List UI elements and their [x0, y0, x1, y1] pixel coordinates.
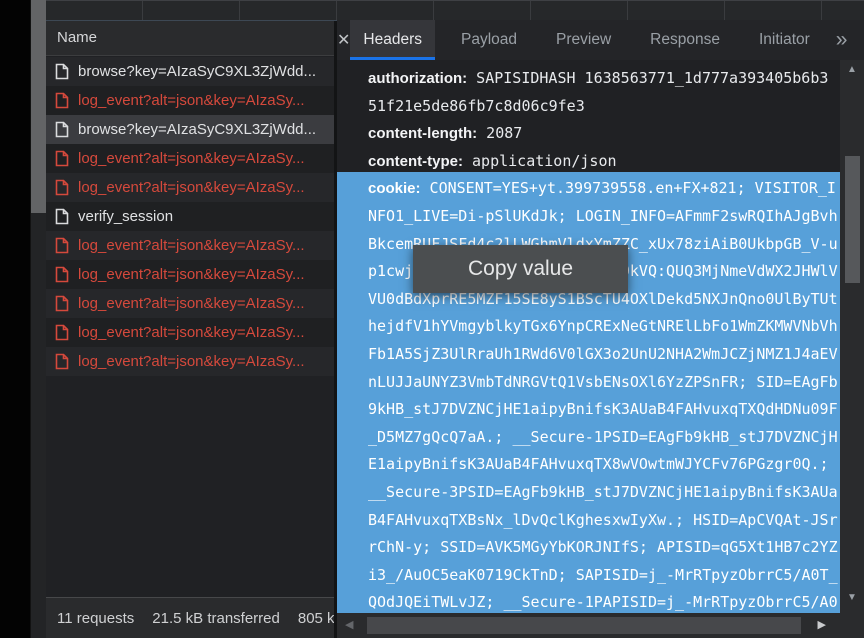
scroll-right-icon[interactable]: ▶ [818, 613, 826, 638]
header-line: 51f21e5de86fb7c8d06c9fe3 [368, 93, 848, 121]
request-count: 11 requests [57, 610, 134, 627]
request-label: log_event?alt=json&key=AIzaSy... [78, 150, 305, 167]
headers-content: authorization: SAPISIDHASH 1638563771_1d… [337, 60, 864, 613]
tab-response[interactable]: Response [637, 20, 733, 60]
close-icon[interactable]: ✕ [337, 30, 350, 50]
vertical-scrollbar-thumb[interactable] [845, 156, 860, 283]
document-icon [55, 295, 69, 312]
request-row[interactable]: browse?key=AIzaSyC9XL3ZjWdd... [46, 57, 334, 86]
cookie-line: __Secure-3PSID=EAgFb9kHB_stJ7DVZNCjHE1ai… [368, 479, 848, 507]
network-overview-timeline[interactable] [46, 0, 864, 21]
document-icon [55, 92, 69, 109]
document-icon [55, 324, 69, 341]
header-value: 2087 [477, 124, 522, 142]
request-rows: browse?key=AIzaSyC9XL3ZjWdd... log_event… [46, 57, 334, 376]
header-value: CONSENT=YES+yt.399739558.en+FX+821; VISI… [421, 179, 836, 197]
cookie-line: Fb1A5SjZ3UlRraUh1RWd6V0lGX3o2UnU2NHA2WmJ… [368, 341, 848, 369]
header-line: content-type: application/json [368, 148, 848, 176]
request-row[interactable]: log_event?alt=json&key=AIzaSy... [46, 260, 334, 289]
cookie-line: 9kHB_stJ7DVZNCjHE1aipyBnifsK3AUaB4FAHvux… [368, 396, 848, 424]
request-row[interactable]: log_event?alt=json&key=AIzaSy... [46, 318, 334, 347]
scroll-up-icon[interactable]: ▲ [840, 64, 864, 75]
tab-headers[interactable]: Headers [350, 20, 435, 60]
request-row[interactable]: log_event?alt=json&key=AIzaSy... [46, 289, 334, 318]
cookie-line: rChN-y; SSID=AVK5MGyYbKORJNIfS; APISID=q… [368, 534, 848, 562]
request-label: log_event?alt=json&key=AIzaSy... [78, 353, 305, 370]
tab-payload[interactable]: Payload [448, 20, 530, 60]
cookie-line: B4FAHvuxqTXBsNx_lDvQclKghesxwIyXw.; HSID… [368, 507, 848, 535]
scroll-left-icon[interactable]: ◀ [345, 613, 353, 638]
header-name: content-length: [368, 125, 477, 142]
header-name: cookie: [368, 180, 421, 197]
request-label: verify_session [78, 208, 173, 225]
header-value: SAPISIDHASH 1638563771_1d777a393405b6b3 [467, 69, 828, 87]
request-label: log_event?alt=json&key=AIzaSy... [78, 324, 305, 341]
browser-scrollbar-thumb[interactable] [31, 0, 46, 213]
tab-initiator[interactable]: Initiator [746, 20, 823, 60]
devtools-network-panel: Name browse?key=AIzaSyC9XL3ZjWdd... log_… [0, 0, 864, 638]
request-row[interactable]: log_event?alt=json&key=AIzaSy... [46, 347, 334, 376]
header-name: authorization: [368, 70, 467, 87]
header-line: content-length: 2087 [368, 120, 848, 148]
detail-tab-bar: ✕ Headers Payload Preview Response Initi… [337, 20, 864, 60]
request-label: log_event?alt=json&key=AIzaSy... [78, 237, 305, 254]
request-label: log_event?alt=json&key=AIzaSy... [78, 92, 305, 109]
cookie-line: cookie: CONSENT=YES+yt.399739558.en+FX+8… [368, 175, 848, 203]
request-label: browse?key=AIzaSyC9XL3ZjWdd... [78, 63, 316, 80]
document-icon [55, 208, 69, 225]
request-row[interactable]: log_event?alt=json&key=AIzaSy... [46, 231, 334, 260]
document-icon [55, 353, 69, 370]
vertical-scrollbar[interactable]: ▲ ▼ [840, 60, 864, 613]
transferred-size: 21.5 kB transferred [152, 610, 280, 627]
document-icon [55, 266, 69, 283]
cookie-line: NFO1_LIVE=Di-pSlUKdJk; LOGIN_INFO=AFmmF2… [368, 203, 848, 231]
name-column-header[interactable]: Name [46, 21, 334, 56]
cookie-line: QOdJQEiTWLvJZ; __Secure-1PAPISID=j_-MrRT… [368, 589, 848, 613]
request-label: browse?key=AIzaSyC9XL3ZjWdd... [78, 121, 316, 138]
request-row-selected[interactable]: browse?key=AIzaSyC9XL3ZjWdd... [46, 115, 334, 144]
cookie-line: nLUJJaUNYZ3VmbTdNRGVtQ1VsbENsOXl6YzZPSnF… [368, 369, 848, 397]
document-icon [55, 237, 69, 254]
page-background [0, 0, 30, 638]
request-row[interactable]: log_event?alt=json&key=AIzaSy... [46, 173, 334, 202]
request-label: log_event?alt=json&key=AIzaSy... [78, 179, 305, 196]
header-value: 51f21e5de86fb7c8d06c9fe3 [368, 97, 585, 115]
context-menu-copy-value[interactable]: Copy value [413, 245, 628, 293]
document-icon [55, 150, 69, 167]
horizontal-scrollbar[interactable]: ◀ ▶ [337, 613, 864, 638]
header-value: application/json [463, 152, 617, 170]
cookie-line: i3_/AuOC5eaK0719CkTnD; SAPISID=j_-MrRTpy… [368, 562, 848, 590]
cookie-line: _D5MZ7gQcQ7aA.; __Secure-1PSID=EAgFb9kHB… [368, 424, 848, 452]
resources-size: 805 kB [298, 610, 334, 627]
network-status-bar: 11 requests 21.5 kB transferred 805 kB [46, 597, 334, 638]
header-lines: authorization: SAPISIDHASH 1638563771_1d… [368, 65, 848, 613]
document-icon [55, 121, 69, 138]
request-label: log_event?alt=json&key=AIzaSy... [78, 266, 305, 283]
request-label: log_event?alt=json&key=AIzaSy... [78, 295, 305, 312]
request-row[interactable]: verify_session [46, 202, 334, 231]
header-line: authorization: SAPISIDHASH 1638563771_1d… [368, 65, 848, 93]
document-icon [55, 63, 69, 80]
request-list-panel: Name browse?key=AIzaSyC9XL3ZjWdd... log_… [46, 21, 334, 638]
request-row[interactable]: log_event?alt=json&key=AIzaSy... [46, 144, 334, 173]
cookie-line: hejdfV1hYVmgyblkyTGx6YnpCRExNeGtNRElLbFo… [368, 313, 848, 341]
horizontal-scrollbar-thumb[interactable] [367, 617, 801, 634]
header-name: content-type: [368, 153, 463, 170]
request-detail-panel: ✕ Headers Payload Preview Response Initi… [337, 20, 864, 638]
cookie-line: E1aipyBnifsK3AUaB4FAHvuxqTX8wVOwtmWJYCFv… [368, 451, 848, 479]
more-tabs-icon[interactable]: » [836, 28, 848, 52]
scroll-down-icon[interactable]: ▼ [840, 592, 864, 603]
tab-preview[interactable]: Preview [543, 20, 624, 60]
document-icon [55, 179, 69, 196]
request-row[interactable]: log_event?alt=json&key=AIzaSy... [46, 86, 334, 115]
